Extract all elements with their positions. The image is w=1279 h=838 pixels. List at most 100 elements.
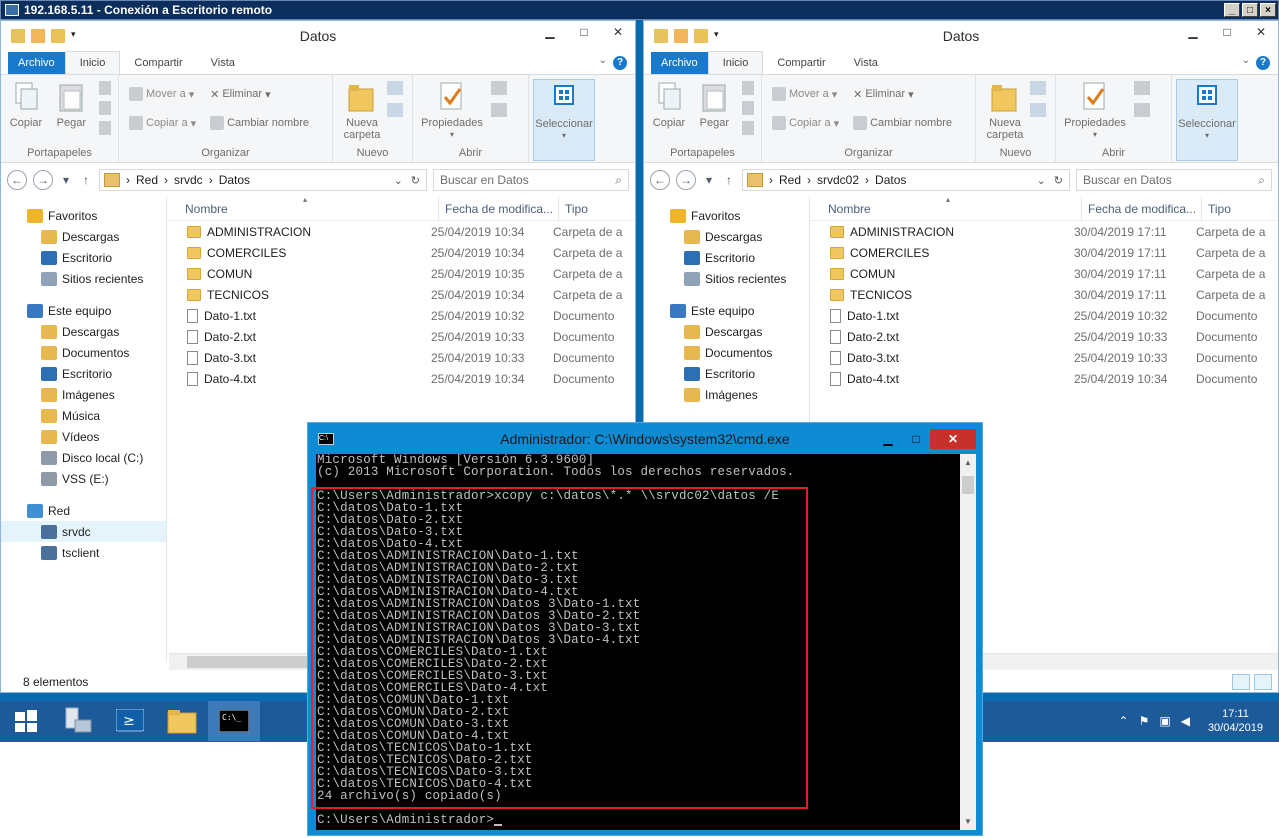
close-button[interactable]: ✕ xyxy=(601,21,635,43)
copy-path-icon[interactable] xyxy=(742,101,754,115)
tree-item[interactable]: Escritorio xyxy=(644,363,809,384)
tree-item[interactable]: Imágenes xyxy=(1,384,166,405)
tree-item[interactable]: Este equipo xyxy=(644,300,809,321)
address-dropdown-icon[interactable]: ⌄ xyxy=(394,174,403,187)
details-view-icon[interactable] xyxy=(1232,674,1250,690)
breadcrumb-datos[interactable]: Datos xyxy=(875,173,906,187)
delete-button[interactable]: ✕ Eliminar ▾ xyxy=(853,83,952,105)
table-row[interactable]: Dato-1.txt 25/04/2019 10:32 Documento xyxy=(810,305,1278,326)
tree-item[interactable]: Descargas xyxy=(644,321,809,342)
breadcrumb-server[interactable]: srvdc xyxy=(174,173,203,187)
tab-vista[interactable]: Vista xyxy=(840,52,892,74)
rdp-maximize-button[interactable]: □ xyxy=(1242,3,1258,17)
tree-item[interactable]: Escritorio xyxy=(1,247,166,268)
tab-archivo[interactable]: Archivo xyxy=(8,52,65,74)
tree-item[interactable]: Descargas xyxy=(1,321,166,342)
rename-button[interactable]: Cambiar nombre xyxy=(853,112,952,134)
tab-compartir[interactable]: Compartir xyxy=(763,52,839,74)
recent-locations-icon[interactable]: ▾ xyxy=(702,170,716,190)
quick-access-properties-icon[interactable] xyxy=(654,29,668,43)
refresh-icon[interactable]: ↻ xyxy=(411,174,420,187)
tree-item[interactable]: Red xyxy=(1,500,166,521)
tab-archivo[interactable]: Archivo xyxy=(651,52,708,74)
move-to-button[interactable]: Mover a ▾ xyxy=(772,83,839,105)
breadcrumb-datos[interactable]: Datos xyxy=(219,173,250,187)
copy-to-button[interactable]: Copiar a ▾ xyxy=(129,112,196,134)
search-input[interactable]: Buscar en Datos ⌕ xyxy=(1076,169,1272,191)
copy-to-button[interactable]: Copiar a ▾ xyxy=(772,112,839,134)
tree-item[interactable]: Favoritos xyxy=(1,205,166,226)
table-row[interactable]: TECNICOS 25/04/2019 10:34 Carpeta de a xyxy=(167,284,635,305)
table-row[interactable]: Dato-3.txt 25/04/2019 10:33 Documento xyxy=(167,347,635,368)
quick-access-new-folder-icon[interactable] xyxy=(51,29,65,43)
quick-access-dropdown-icon[interactable]: ▾ xyxy=(71,29,79,43)
paste-shortcut-icon[interactable] xyxy=(742,121,754,135)
tree-item[interactable]: srvdc xyxy=(1,521,166,542)
tree-item[interactable]: Documentos xyxy=(644,342,809,363)
select-button[interactable]: Seleccionar ▾ xyxy=(533,79,595,161)
copy-path-icon[interactable] xyxy=(99,101,111,115)
address-bar[interactable]: › Red › srvdc02 › Datos ⌄ ↻ xyxy=(742,169,1070,191)
table-row[interactable]: Dato-1.txt 25/04/2019 10:32 Documento xyxy=(167,305,635,326)
forward-button[interactable]: → xyxy=(676,170,696,190)
address-bar[interactable]: › Red › srvdc › Datos ⌄ ↻ xyxy=(99,169,427,191)
open-icon[interactable] xyxy=(491,81,507,95)
tree-item[interactable]: Sitios recientes xyxy=(1,268,166,289)
tab-vista[interactable]: Vista xyxy=(197,52,249,74)
tab-inicio[interactable]: Inicio xyxy=(64,51,121,74)
scroll-up-icon[interactable]: ▲ xyxy=(960,454,976,471)
delete-button[interactable]: ✕ Eliminar ▾ xyxy=(210,83,309,105)
new-item-icon[interactable] xyxy=(1030,81,1046,95)
table-row[interactable]: COMERCILES 30/04/2019 17:11 Carpeta de a xyxy=(810,242,1278,263)
rdp-minimize-button[interactable]: _ xyxy=(1224,3,1240,17)
table-row[interactable]: Dato-3.txt 25/04/2019 10:33 Documento xyxy=(810,347,1278,368)
tab-inicio[interactable]: Inicio xyxy=(707,51,764,74)
up-button[interactable]: ↑ xyxy=(79,170,93,190)
minimize-button[interactable]: ▁ xyxy=(533,21,567,43)
explorer-title-bar[interactable]: ▾ Datos ▁ □ ✕ xyxy=(1,21,635,51)
cut-icon[interactable] xyxy=(99,81,111,95)
tree-item[interactable]: Descargas xyxy=(644,226,809,247)
quick-access-new-folder-icon[interactable] xyxy=(694,29,708,43)
properties-button[interactable]: Propiedades ▾ xyxy=(417,79,487,141)
cmd-title-bar[interactable]: C:\ Administrador: C:\Windows\system32\c… xyxy=(308,423,982,454)
easy-access-icon[interactable] xyxy=(387,103,403,117)
column-header-date[interactable]: Fecha de modifica... xyxy=(1082,197,1202,220)
hscroll-thumb[interactable] xyxy=(187,656,307,668)
tree-item[interactable]: Escritorio xyxy=(1,363,166,384)
paste-shortcut-icon[interactable] xyxy=(99,121,111,135)
tree-item[interactable]: Sitios recientes xyxy=(644,268,809,289)
open-icon[interactable] xyxy=(1134,81,1150,95)
clock[interactable]: 17:11 30/04/2019 xyxy=(1208,707,1263,735)
tree-item[interactable]: Este equipo xyxy=(1,300,166,321)
tray-expand-icon[interactable]: ⌃ xyxy=(1119,714,1129,728)
tree-item[interactable]: Disco local (C:) xyxy=(1,447,166,468)
quick-access-undo-icon[interactable] xyxy=(674,29,688,43)
tree-item[interactable]: Imágenes xyxy=(644,384,809,405)
edit-icon[interactable] xyxy=(1134,103,1150,117)
table-row[interactable]: Dato-2.txt 25/04/2019 10:33 Documento xyxy=(810,326,1278,347)
breadcrumb-server[interactable]: srvdc02 xyxy=(817,173,859,187)
help-icon[interactable]: ? xyxy=(1256,56,1270,70)
tree-item[interactable]: Música xyxy=(1,405,166,426)
properties-button[interactable]: Propiedades ▾ xyxy=(1060,79,1130,141)
chevron-down-icon[interactable]: ⌄ xyxy=(1242,55,1250,66)
flag-icon[interactable]: ⚑ xyxy=(1139,714,1150,728)
table-row[interactable]: COMERCILES 25/04/2019 10:34 Carpeta de a xyxy=(167,242,635,263)
taskbar-cmd[interactable]: C:\_ xyxy=(208,701,260,741)
easy-access-icon[interactable] xyxy=(1030,103,1046,117)
paste-button[interactable]: Pegar xyxy=(50,79,92,129)
recent-locations-icon[interactable]: ▾ xyxy=(59,170,73,190)
table-row[interactable]: COMUN 25/04/2019 10:35 Carpeta de a xyxy=(167,263,635,284)
maximize-button[interactable]: □ xyxy=(567,21,601,43)
tab-compartir[interactable]: Compartir xyxy=(120,52,196,74)
tree-item[interactable]: Descargas xyxy=(1,226,166,247)
column-header-type[interactable]: Tipo xyxy=(1202,197,1278,220)
breadcrumb-red[interactable]: Red xyxy=(779,173,801,187)
tree-item[interactable]: VSS (E:) xyxy=(1,468,166,489)
scroll-down-icon[interactable]: ▼ xyxy=(960,813,976,830)
rdp-close-button[interactable]: × xyxy=(1260,3,1276,17)
back-button[interactable]: ← xyxy=(650,170,670,190)
up-button[interactable]: ↑ xyxy=(722,170,736,190)
tree-item[interactable]: Vídeos xyxy=(1,426,166,447)
